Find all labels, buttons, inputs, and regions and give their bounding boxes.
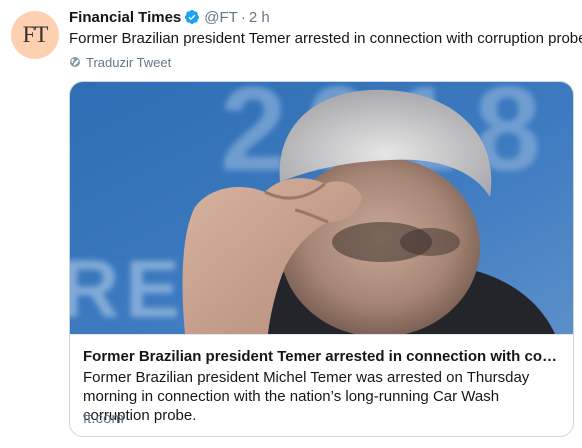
card-domain: ft.com: [83, 410, 124, 427]
translate-tweet-link[interactable]: Traduzir Tweet: [69, 54, 171, 70]
card-text-area[interactable]: Former Brazilian president Temer arreste…: [70, 334, 573, 436]
card-image[interactable]: 2018 RE: [70, 82, 573, 334]
photo-background-text-lower: RE: [70, 244, 186, 334]
avatar-logo-text: FT: [22, 22, 49, 47]
tweet-text: Former Brazilian president Temer arreste…: [69, 30, 582, 47]
tweet[interactable]: FT Financial Times @FT · 2 h Former Braz…: [0, 0, 582, 448]
card-title: Former Brazilian president Temer arreste…: [83, 348, 561, 365]
separator-dot: ·: [240, 8, 246, 26]
globe-icon: [70, 57, 80, 67]
author-handle[interactable]: @FT: [204, 9, 238, 26]
avatar[interactable]: FT: [11, 11, 59, 59]
card-description: Former Brazilian president Michel Temer …: [83, 369, 530, 424]
author-name[interactable]: Financial Times: [69, 9, 181, 26]
translate-tweet-label: Traduzir Tweet: [86, 54, 172, 70]
verified-badge-icon: [185, 10, 200, 24]
link-card[interactable]: 2018 RE Former Brazilian president Temer…: [69, 81, 574, 437]
tweet-header: Financial Times @FT · 2 h: [69, 7, 270, 27]
tweet-timestamp[interactable]: 2 h: [249, 9, 270, 26]
